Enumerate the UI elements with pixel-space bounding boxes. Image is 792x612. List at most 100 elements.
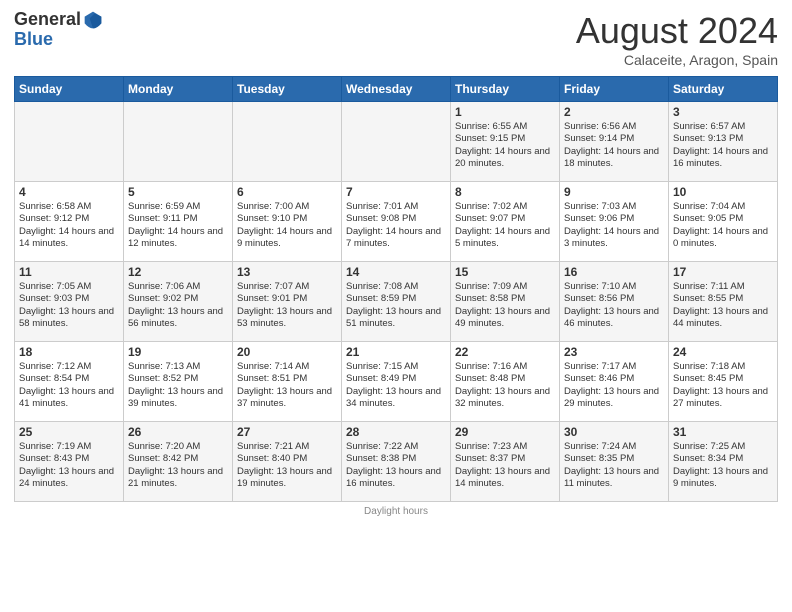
day-info: Sunset: 9:03 PM (19, 293, 119, 305)
day-number: 19 (128, 345, 228, 359)
calendar-cell: 26Sunrise: 7:20 AMSunset: 8:42 PMDayligh… (124, 422, 233, 502)
day-number: 20 (237, 345, 337, 359)
calendar-week-row: 11 Sunrise: 7:05 AMSunset: 9:03 PM Dayligh… (15, 262, 778, 342)
day-info: Sunrise: 6:56 AM (564, 121, 664, 133)
calendar-cell: 5Sunrise: 6:59 AMSunset: 9:11 PMDaylight… (124, 182, 233, 262)
day-info: Daylight: 13 hours and 56 minutes. (128, 306, 228, 331)
logo: General Blue (14, 10, 103, 50)
day-info: Sunset: 9:12 PM (19, 213, 119, 225)
calendar-week-row: 18Sunrise: 7:12 AMSunset: 8:54 PMDayligh… (15, 342, 778, 422)
day-number: 9 (564, 185, 664, 199)
calendar-cell: 10Sunrise: 7:04 AMSunset: 9:05 PMDayligh… (669, 182, 778, 262)
day-info: Daylight: 13 hours and 19 minutes. (237, 466, 337, 491)
day-info: Sunset: 8:48 PM (455, 373, 555, 385)
logo-general-text: General (14, 10, 81, 30)
weekday-header-monday: Monday (124, 77, 233, 102)
day-number: 6 (237, 185, 337, 199)
title-block: August 2024 Calaceite, Aragon, Spain (576, 10, 778, 68)
day-number: 11 (19, 265, 119, 279)
day-info: Sunset: 9:11 PM (128, 213, 228, 225)
day-info: Daylight: 13 hours and 34 minutes. (346, 386, 446, 411)
day-number: 4 (19, 185, 119, 199)
day-info: Sunrise: 7:23 AM (455, 441, 555, 453)
day-number: 2 (564, 105, 664, 119)
day-number: 14 (346, 265, 446, 279)
calendar-cell: 21Sunrise: 7:15 AMSunset: 8:49 PMDayligh… (342, 342, 451, 422)
calendar-cell: 9Sunrise: 7:03 AMSunset: 9:06 PMDaylight… (560, 182, 669, 262)
day-info: Daylight: 14 hours and 14 minutes. (19, 226, 119, 251)
day-info: Sunset: 8:56 PM (564, 293, 664, 305)
day-info: Sunset: 8:35 PM (564, 453, 664, 465)
day-info: Sunrise: 7:06 AM (128, 281, 228, 293)
day-info: Daylight: 13 hours and 21 minutes. (128, 466, 228, 491)
day-info: Daylight: 14 hours and 3 minutes. (564, 226, 664, 251)
day-info: Daylight: 13 hours and 49 minutes. (455, 306, 555, 331)
calendar-cell: 30Sunrise: 7:24 AMSunset: 8:35 PMDayligh… (560, 422, 669, 502)
weekday-header-row: SundayMondayTuesdayWednesdayThursdayFrid… (15, 77, 778, 102)
weekday-header-tuesday: Tuesday (233, 77, 342, 102)
day-info: Sunset: 9:10 PM (237, 213, 337, 225)
day-info: Daylight: 14 hours and 9 minutes. (237, 226, 337, 251)
day-number: 29 (455, 425, 555, 439)
calendar-cell (342, 102, 451, 182)
calendar-table: SundayMondayTuesdayWednesdayThursdayFrid… (14, 76, 778, 502)
day-info: Sunset: 9:08 PM (346, 213, 446, 225)
calendar-cell: 6Sunrise: 7:00 AMSunset: 9:10 PMDaylight… (233, 182, 342, 262)
day-number: 8 (455, 185, 555, 199)
calendar-cell: 3 Sunrise: 6:57 AMSunset: 9:13 PMDaylight… (669, 102, 778, 182)
day-info: Sunrise: 7:13 AM (128, 361, 228, 373)
day-info: Daylight: 14 hours and 7 minutes. (346, 226, 446, 251)
day-info: Daylight: 13 hours and 51 minutes. (346, 306, 446, 331)
calendar-cell (233, 102, 342, 182)
day-info: Sunset: 8:43 PM (19, 453, 119, 465)
day-info: Sunrise: 7:19 AM (19, 441, 119, 453)
day-info: Sunrise: 7:21 AM (237, 441, 337, 453)
logo-blue-text: Blue (14, 29, 53, 49)
day-info: Sunset: 8:45 PM (673, 373, 773, 385)
day-info: Daylight: 13 hours and 27 minutes. (673, 386, 773, 411)
calendar-cell: 15Sunrise: 7:09 AMSunset: 8:58 PMDayligh… (451, 262, 560, 342)
page-header: General Blue August 2024 Calaceite, Arag… (14, 10, 778, 68)
day-info: Sunrise: 6:57 AM (673, 121, 773, 133)
calendar-cell: 27Sunrise: 7:21 AMSunset: 8:40 PMDayligh… (233, 422, 342, 502)
day-info: Sunset: 9:15 PM (455, 133, 555, 145)
calendar-cell: 11Sunrise: 7:05 AMSunset: 9:03 PMDayligh… (15, 262, 124, 342)
day-info: Sunrise: 6:55 AM (455, 121, 555, 133)
day-info: Daylight: 14 hours and 16 minutes. (673, 146, 773, 171)
calendar-cell: 2Sunrise: 6:56 AMSunset: 9:14 PMDaylight… (560, 102, 669, 182)
calendar-cell: 12Sunrise: 7:06 AMSunset: 9:02 PMDayligh… (124, 262, 233, 342)
day-number: 15 (455, 265, 555, 279)
day-info: Daylight: 14 hours and 20 minutes. (455, 146, 555, 171)
calendar-cell: 18Sunrise: 7:12 AMSunset: 8:54 PMDayligh… (15, 342, 124, 422)
day-info: Daylight: 13 hours and 37 minutes. (237, 386, 337, 411)
day-number: 3 (673, 105, 773, 119)
weekday-header-saturday: Saturday (669, 77, 778, 102)
day-info: Sunrise: 7:08 AM (346, 281, 446, 293)
day-info: Daylight: 13 hours and 9 minutes. (673, 466, 773, 491)
weekday-header-friday: Friday (560, 77, 669, 102)
day-info: Sunset: 9:01 PM (237, 293, 337, 305)
day-number: 23 (564, 345, 664, 359)
day-info: Daylight: 13 hours and 44 minutes. (673, 306, 773, 331)
day-info: Sunset: 8:58 PM (455, 293, 555, 305)
day-info: Daylight: 13 hours and 11 minutes. (564, 466, 664, 491)
day-number: 12 (128, 265, 228, 279)
day-info: Sunset: 9:05 PM (673, 213, 773, 225)
day-info: Sunrise: 6:58 AM (19, 201, 119, 213)
calendar-week-row: 4Sunrise: 6:58 AMSunset: 9:12 PMDaylight… (15, 182, 778, 262)
day-info: Sunrise: 7:04 AM (673, 201, 773, 213)
day-info: Daylight: 13 hours and 32 minutes. (455, 386, 555, 411)
day-info: Sunrise: 7:05 AM (19, 281, 119, 293)
day-number: 26 (128, 425, 228, 439)
day-info: Sunrise: 7:07 AM (237, 281, 337, 293)
day-info: Sunrise: 7:25 AM (673, 441, 773, 453)
day-info: Sunset: 9:07 PM (455, 213, 555, 225)
day-info: Sunrise: 7:18 AM (673, 361, 773, 373)
calendar-cell: 16Sunrise: 7:10 AMSunset: 8:56 PMDayligh… (560, 262, 669, 342)
day-info: Daylight: 14 hours and 0 minutes. (673, 226, 773, 251)
day-info: Sunrise: 6:59 AM (128, 201, 228, 213)
day-info: Sunset: 9:13 PM (673, 133, 773, 145)
day-info: Sunset: 8:52 PM (128, 373, 228, 385)
day-number: 18 (19, 345, 119, 359)
calendar-cell: 7Sunrise: 7:01 AMSunset: 9:08 PMDaylight… (342, 182, 451, 262)
